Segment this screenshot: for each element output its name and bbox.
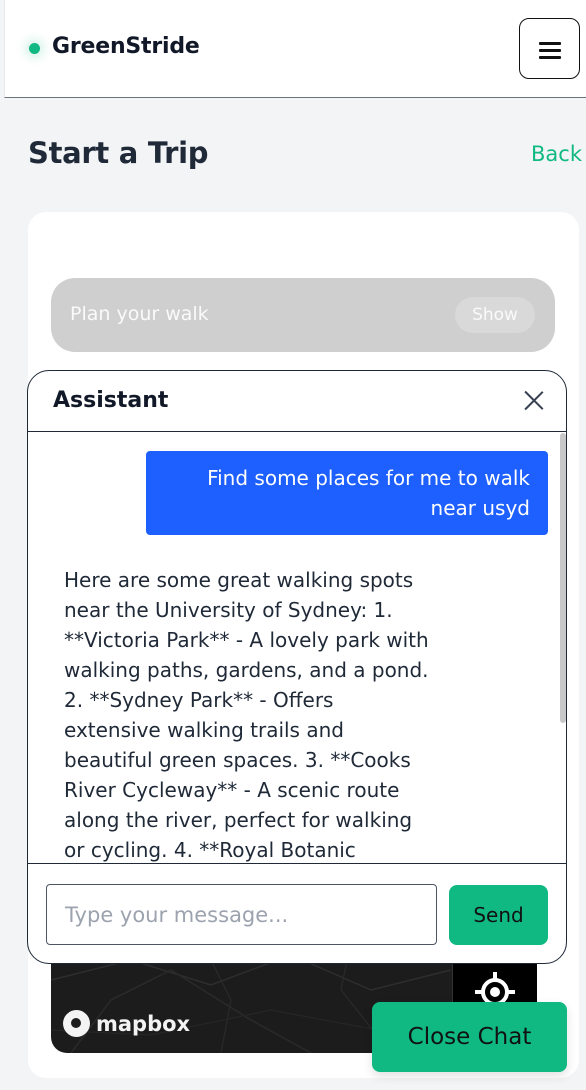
page-title: Start a Trip [28,136,209,170]
show-button[interactable]: Show [455,297,535,333]
menu-button[interactable] [519,18,580,79]
chat-scrollbar[interactable] [560,433,566,723]
user-message: Find some places for me to walk near usy… [146,451,548,535]
send-button[interactable]: Send [449,885,548,945]
hamburger-icon [539,42,561,45]
back-link[interactable]: Back [531,142,582,166]
chat-messages[interactable]: Find some places for me to walk near usy… [28,433,566,863]
close-icon[interactable] [523,390,545,412]
close-chat-button[interactable]: Close Chat [372,1002,567,1072]
assistant-message: Here are some great walking spots near t… [64,568,429,862]
app-logo-text[interactable]: GreenStride [52,34,200,59]
mapbox-icon [63,1010,90,1037]
top-navbar: GreenStride [4,0,586,98]
mapbox-text: mapbox [96,1011,191,1036]
plan-walk-bar[interactable]: Plan your walk Show [51,278,555,352]
mapbox-logo[interactable]: mapbox [63,1010,190,1037]
plan-walk-label: Plan your walk [70,303,209,325]
message-input[interactable] [46,884,437,945]
chat-header: Assistant [28,371,566,432]
logo-dot-icon [29,43,40,54]
chat-input-bar: Send [28,863,566,963]
chat-title: Assistant [53,388,169,413]
assistant-chat-panel: Assistant Find some places for me to wal… [27,370,567,964]
